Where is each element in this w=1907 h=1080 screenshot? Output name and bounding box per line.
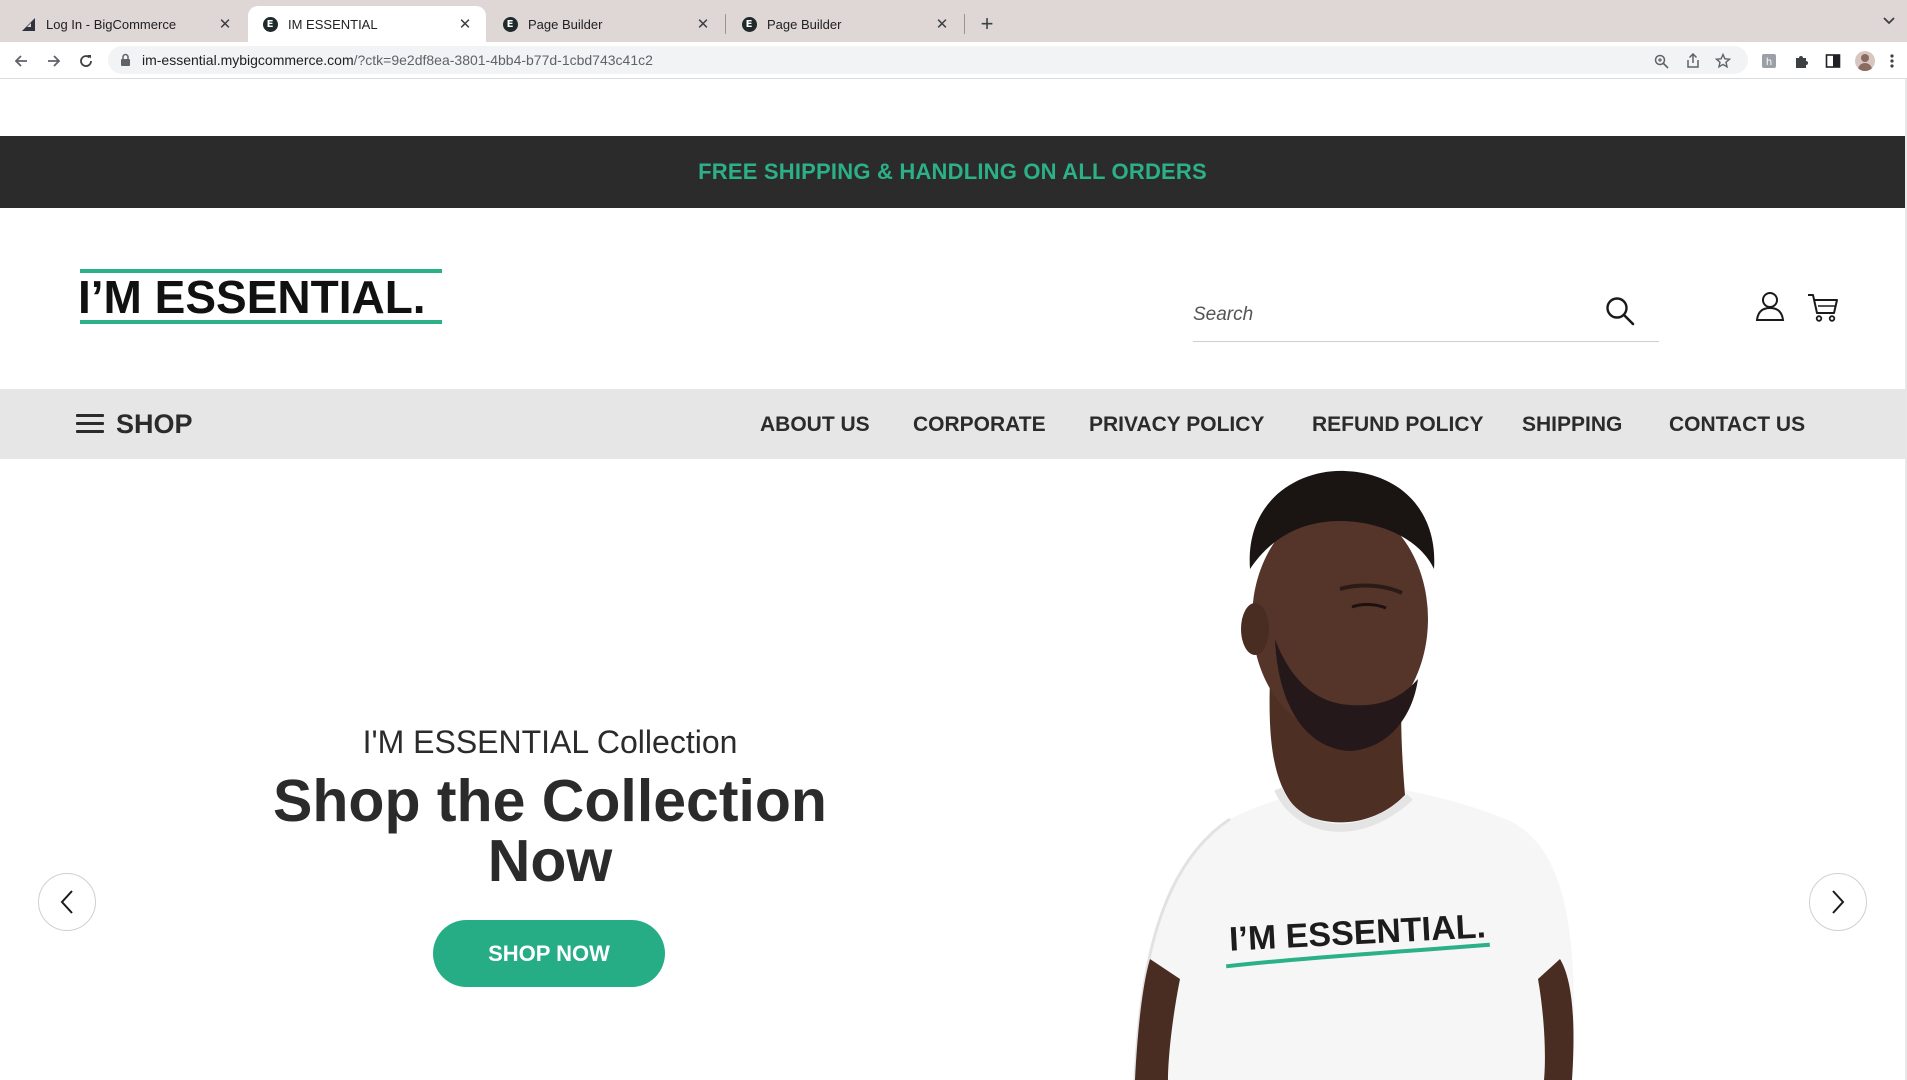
hero-headline-line2: Now <box>487 828 613 894</box>
hamburger-menu-icon <box>76 414 104 434</box>
nav-link-contact-us[interactable]: CONTACT US <box>1669 413 1805 437</box>
browser-menu-icon[interactable] <box>1886 51 1898 71</box>
nav-link-privacy-policy[interactable]: PRIVACY POLICY <box>1089 413 1264 437</box>
e-icon: E <box>262 16 278 32</box>
tab-title: IM ESSENTIAL <box>288 16 378 32</box>
shop-menu-button[interactable]: SHOP <box>76 408 193 440</box>
logo-text: I’M ESSENTIAL. <box>78 271 426 323</box>
new-tab-icon[interactable]: + <box>975 11 999 36</box>
close-icon[interactable]: ✕ <box>933 15 951 33</box>
tab-page-builder-2[interactable]: E Page Builder ✕ <box>727 6 963 42</box>
tab-title: Log In - BigCommerce <box>46 16 177 32</box>
tab-divider <box>964 14 965 34</box>
carousel-next-button[interactable] <box>1809 873 1867 931</box>
back-icon[interactable] <box>9 49 33 73</box>
close-icon[interactable]: ✕ <box>216 15 234 33</box>
lock-icon <box>120 53 131 72</box>
side-panel-icon[interactable] <box>1823 51 1843 71</box>
shop-label: SHOP <box>116 408 193 439</box>
carousel-prev-button[interactable] <box>38 873 96 931</box>
hero-headline-line1: Shop the Collection <box>273 768 827 834</box>
chevron-left-icon <box>60 890 73 914</box>
tab-im-essential[interactable]: E IM ESSENTIAL ✕ <box>248 6 486 42</box>
search-input[interactable] <box>1193 300 1593 330</box>
svg-text:h: h <box>1766 57 1772 68</box>
tab-divider <box>725 14 726 34</box>
address-bar[interactable]: im-essential.mybigcommerce.com/?ctk=9e2d… <box>108 46 1748 74</box>
hero-headline: Shop the Collection Now <box>200 771 900 891</box>
close-icon[interactable]: ✕ <box>456 15 474 33</box>
hero-carousel: I'M ESSENTIAL Collection Shop the Collec… <box>0 459 1905 1080</box>
profile-avatar[interactable] <box>1855 51 1875 71</box>
nav-link-about-us[interactable]: ABOUT US <box>760 413 870 437</box>
bookmark-star-icon[interactable] <box>1714 52 1732 70</box>
tab-page-builder-1[interactable]: E Page Builder ✕ <box>488 6 724 42</box>
e-icon: E <box>502 16 518 32</box>
extensions-puzzle-icon[interactable] <box>1792 51 1812 71</box>
tab-title: Page Builder <box>767 16 842 32</box>
nav-link-corporate[interactable]: CORPORATE <box>913 413 1046 437</box>
cart-icon[interactable] <box>1806 290 1840 324</box>
hero-model-image: I’M ESSENTIAL. <box>1133 470 1575 1080</box>
url-text: im-essential.mybigcommerce.com/?ctk=9e2d… <box>142 52 653 68</box>
logo-bottom-rule <box>80 320 442 324</box>
chevron-down-icon[interactable] <box>1883 14 1895 28</box>
close-icon[interactable]: ✕ <box>694 15 712 33</box>
nav-link-refund-policy[interactable]: REFUND POLICY <box>1312 413 1484 437</box>
reload-icon[interactable] <box>74 49 98 73</box>
tab-bigcommerce-login[interactable]: Log In - BigCommerce ✕ <box>6 6 246 42</box>
e-icon: E <box>741 16 757 32</box>
browser-toolbar: im-essential.mybigcommerce.com/?ctk=9e2d… <box>0 42 1907 79</box>
nav-link-shipping[interactable]: SHIPPING <box>1522 413 1622 437</box>
zoom-icon[interactable] <box>1652 52 1670 70</box>
extension-h-icon[interactable]: h <box>1759 51 1779 71</box>
site-logo[interactable]: I’M ESSENTIAL. <box>78 269 442 326</box>
tab-title: Page Builder <box>528 16 603 32</box>
share-icon[interactable] <box>1684 52 1702 70</box>
chevron-right-icon <box>1832 890 1845 914</box>
hero-pretitle: I'M ESSENTIAL Collection <box>362 724 738 760</box>
browser-tab-strip: Log In - BigCommerce ✕ E IM ESSENTIAL ✕ … <box>0 0 1907 42</box>
main-navigation: SHOP ABOUT US CORPORATE PRIVACY POLICY R… <box>0 389 1905 459</box>
shop-now-button[interactable]: SHOP NOW <box>433 920 665 987</box>
forward-icon[interactable] <box>42 49 66 73</box>
announcement-text: FREE SHIPPING & HANDLING ON ALL ORDERS <box>698 159 1207 184</box>
search-box <box>1193 290 1659 342</box>
search-icon[interactable] <box>1603 294 1637 328</box>
url-host: im-essential.mybigcommerce.com <box>142 52 354 68</box>
url-path: /?ctk=9e2df8ea-3801-4bb4-b77d-1cbd743c41… <box>353 52 653 68</box>
announcement-bar: FREE SHIPPING & HANDLING ON ALL ORDERS <box>0 136 1905 208</box>
account-icon[interactable] <box>1753 289 1787 323</box>
bigcommerce-icon <box>20 16 36 32</box>
